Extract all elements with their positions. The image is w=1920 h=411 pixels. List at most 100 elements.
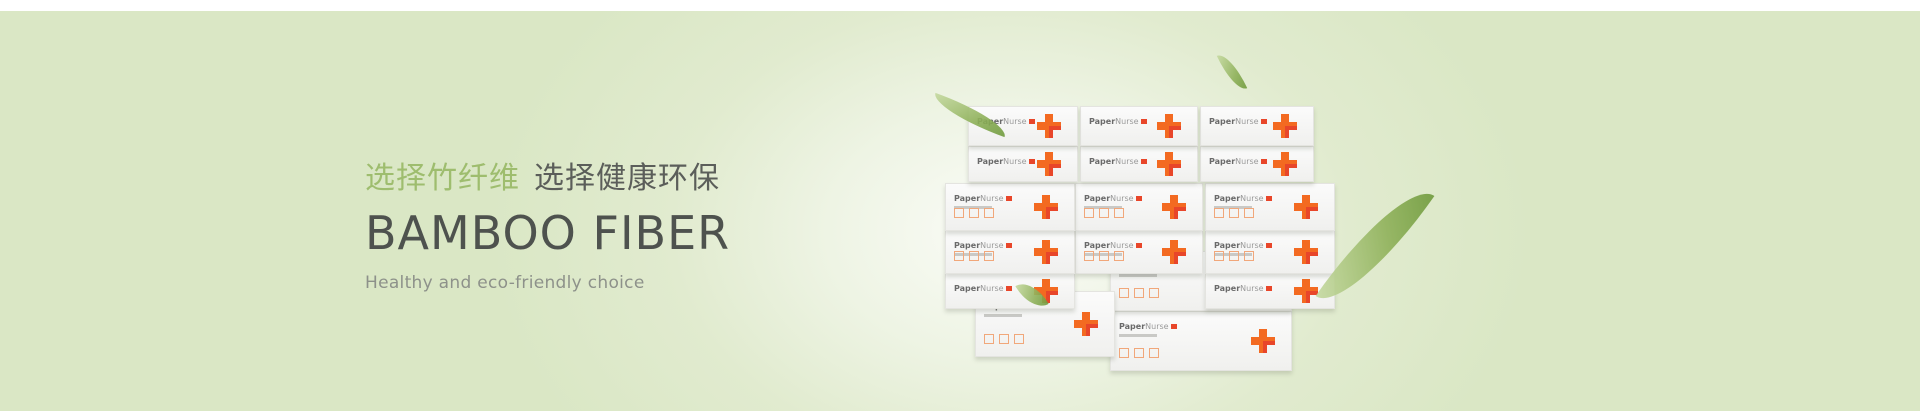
cross-logo-icon xyxy=(1292,277,1320,305)
brand-bold: Paper xyxy=(954,284,981,293)
brand-bold: Paper xyxy=(954,194,981,203)
package-brand: PaperNurse xyxy=(1089,117,1147,126)
feature-icon xyxy=(984,251,994,261)
tissue-package: PaperNurse xyxy=(1075,230,1203,274)
product-group: PaperNurse PaperNurse PaperNurse PaperNurse… xyxy=(0,11,1920,411)
feature-icon xyxy=(969,208,979,218)
package-text-line xyxy=(954,253,992,256)
package-feature-icons xyxy=(1214,203,1259,222)
brand-light: Nurse xyxy=(1115,117,1139,126)
package-brand: PaperNurse xyxy=(954,284,1012,293)
brand-tag xyxy=(1035,304,1042,309)
brand-tag xyxy=(1005,243,1012,248)
brand-tag xyxy=(1028,159,1035,164)
package-brand: PaperNurse xyxy=(1214,241,1272,250)
brand-light: Nurse xyxy=(1110,241,1134,250)
package-brand: PaperNurse xyxy=(1084,241,1142,250)
feature-icon xyxy=(969,251,979,261)
brand-light: Nurse xyxy=(980,194,1004,203)
package-feature-icons xyxy=(984,329,1029,348)
cross-logo-icon xyxy=(1271,150,1299,178)
brand-tag xyxy=(1260,119,1267,124)
package-text-line xyxy=(1084,253,1122,256)
tissue-package: PaperNurse xyxy=(1110,311,1292,371)
feature-icon xyxy=(1114,251,1124,261)
brand-light: Nurse xyxy=(1145,262,1169,271)
feature-icon xyxy=(1114,208,1124,218)
brand-light: Nurse xyxy=(1145,322,1169,331)
package-feature-icons xyxy=(954,246,999,265)
feature-icon xyxy=(1119,288,1129,298)
brand-bold: Paper xyxy=(1209,117,1236,126)
package-brand: PaperNurse xyxy=(977,117,1035,126)
brand-tag xyxy=(1170,324,1177,329)
brand-tag xyxy=(1260,159,1267,164)
feature-icon xyxy=(984,334,994,344)
feature-icon xyxy=(1099,208,1109,218)
tissue-package: PaperNurse xyxy=(968,146,1078,182)
brand-bold: Paper xyxy=(1214,241,1241,250)
brand-bold: Paper xyxy=(1119,322,1146,331)
brand-light: Nurse xyxy=(1010,302,1034,311)
feature-icon xyxy=(1099,251,1109,261)
package-text-line xyxy=(1119,334,1157,337)
feature-icon xyxy=(1084,251,1094,261)
brand-tag xyxy=(1265,196,1272,201)
brand-tag xyxy=(1170,264,1177,269)
tissue-package: PaperNurse xyxy=(975,291,1115,357)
feature-icon xyxy=(984,208,994,218)
brand-bold: Paper xyxy=(1214,284,1241,293)
package-brand: PaperNurse xyxy=(977,157,1035,166)
brand-light: Nurse xyxy=(1003,157,1027,166)
cross-logo-icon xyxy=(1155,112,1183,140)
package-brand: PaperNurse xyxy=(1119,262,1177,271)
cross-logo-icon xyxy=(1032,193,1060,221)
package-text-line xyxy=(984,314,1022,317)
feature-icon xyxy=(954,251,964,261)
feature-icon xyxy=(1229,208,1239,218)
package-brand: PaperNurse xyxy=(984,302,1042,311)
bamboo-leaf xyxy=(929,92,1011,138)
bamboo-leaf xyxy=(1216,50,1248,94)
feature-icon xyxy=(999,334,1009,344)
hero-banner[interactable]: 选择竹纤维 选择健康环保 BAMBOO FIBER Healthy and eco… xyxy=(0,11,1920,411)
package-feature-icons xyxy=(1084,203,1129,222)
feature-icon xyxy=(1244,208,1254,218)
brand-light: Nurse xyxy=(1240,241,1264,250)
tissue-package: PaperNurse xyxy=(1080,146,1198,182)
brand-bold: Paper xyxy=(1089,157,1116,166)
top-strip xyxy=(0,0,1920,11)
brand-tag xyxy=(1135,243,1142,248)
feature-icon xyxy=(1244,251,1254,261)
cross-logo-icon xyxy=(1035,112,1063,140)
feature-icon xyxy=(1229,251,1239,261)
cross-logo-icon xyxy=(1160,238,1188,266)
feature-icon xyxy=(1149,348,1159,358)
tissue-package: PaperNurse xyxy=(945,183,1075,231)
title-rest: 选择健康环保 xyxy=(534,161,720,196)
brand-light: Nurse xyxy=(1003,117,1027,126)
brand-light: Nurse xyxy=(1235,117,1259,126)
brand-light: Nurse xyxy=(980,284,1004,293)
cross-logo-icon xyxy=(1292,193,1320,221)
brand-tag xyxy=(1135,196,1142,201)
package-text-line xyxy=(1119,274,1157,277)
package-feature-icons xyxy=(1084,246,1129,265)
brand-bold: Paper xyxy=(954,241,981,250)
package-brand: PaperNurse xyxy=(954,194,1012,203)
cross-logo-icon xyxy=(1271,112,1299,140)
brand-tag xyxy=(1005,196,1012,201)
package-brand: PaperNurse xyxy=(1209,117,1267,126)
package-feature-icons xyxy=(1119,343,1164,362)
tissue-package: PaperNurse xyxy=(968,106,1078,146)
cross-logo-icon xyxy=(1249,327,1277,355)
brand-light: Nurse xyxy=(1110,194,1134,203)
brand-tag xyxy=(1140,119,1147,124)
tissue-package: PaperNurse xyxy=(945,230,1075,274)
brand-tag xyxy=(1265,286,1272,291)
cross-logo-icon xyxy=(1032,238,1060,266)
english-title: BAMBOO FIBER xyxy=(365,206,731,260)
subtitle: Healthy and eco-friendly choice xyxy=(365,273,645,293)
bamboo-leaf xyxy=(1015,276,1049,314)
title-highlight: 选择竹纤维 xyxy=(365,161,520,196)
